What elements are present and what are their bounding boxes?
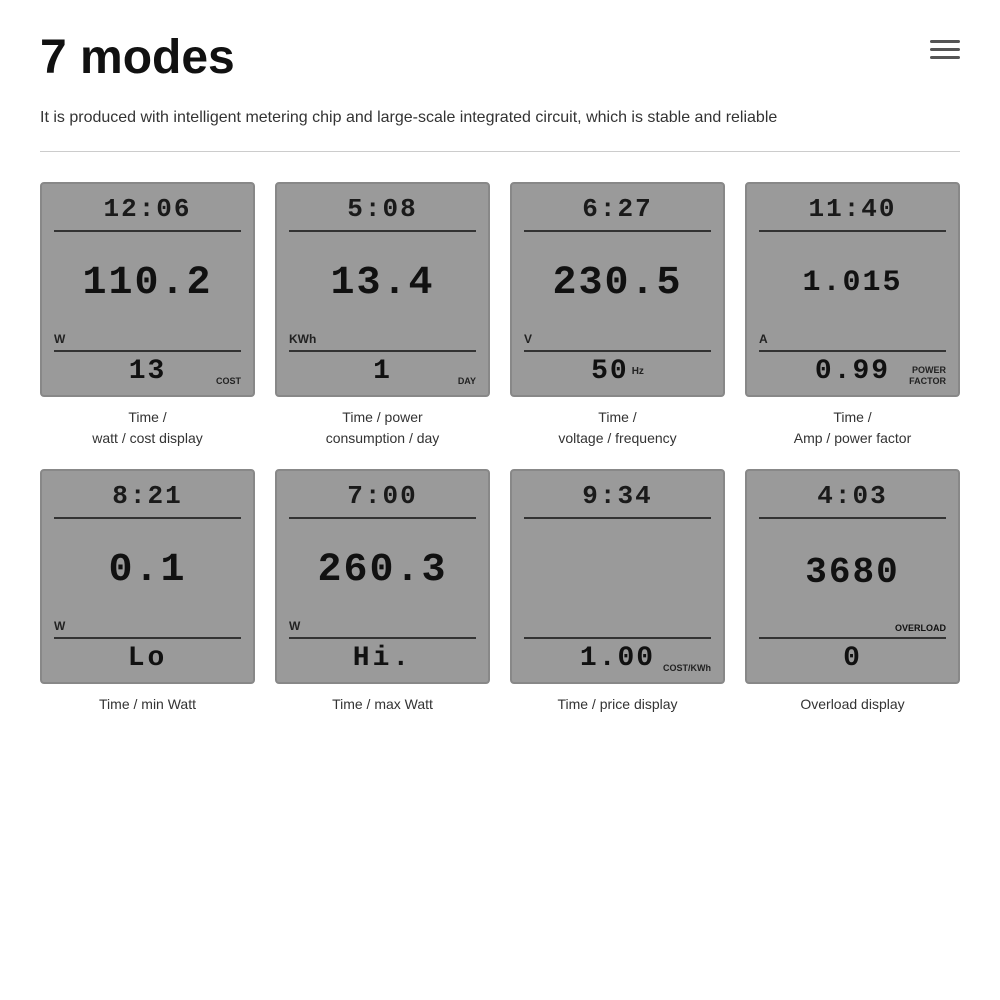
label-voltage-freq: Time /voltage / frequency [558, 407, 676, 449]
main-max-watt: 260.3 [289, 523, 476, 619]
main-watt-cost: 110.2 [54, 236, 241, 332]
main-amp-pf: 1.015 [759, 236, 946, 332]
modes-grid: 12:06 110.2 W 13 COST Time /watt / cost … [40, 182, 960, 715]
time-power-consumption: 5:08 [289, 194, 476, 224]
label-min-watt: Time / min Watt [99, 694, 196, 715]
unit-voltage-freq: V [524, 332, 711, 346]
display-watt-cost: 12:06 110.2 W 13 COST [40, 182, 255, 397]
bottom-label-amp-pf: POWERFACTOR [909, 365, 946, 387]
unit-max-watt: W [289, 619, 476, 633]
bottom-watt-cost: 13 [129, 356, 167, 387]
mode-cell-amp-pf: 11:40 1.015 A 0.99 POWERFACTOR Time /Amp… [745, 182, 960, 449]
description: It is produced with intelligent metering… [40, 105, 960, 131]
page-title: 7 modes [40, 30, 235, 85]
time-max-watt: 7:00 [289, 481, 476, 511]
mode-cell-min-watt: 8:21 0.1 W Lo Time / min Watt [40, 469, 255, 715]
time-overload: 4:03 [759, 481, 946, 511]
label-power-consumption: Time / powerconsumption / day [326, 407, 440, 449]
bottom-max-watt: Hi. [353, 643, 412, 674]
label-watt-cost: Time /watt / cost display [92, 407, 203, 449]
unit-min-watt: W [54, 619, 241, 633]
bottom-power-consumption: 1 [373, 356, 392, 387]
bottom-voltage-freq: 50 [591, 356, 629, 387]
main-power-consumption: 13.4 [289, 236, 476, 332]
label-price: Time / price display [557, 694, 677, 715]
mode-cell-power-consumption: 5:08 13.4 KWh 1 DAY Time / powerconsumpt… [275, 182, 490, 449]
bottom-overload: 0 [843, 643, 862, 674]
time-voltage-freq: 6:27 [524, 194, 711, 224]
display-power-consumption: 5:08 13.4 KWh 1 DAY [275, 182, 490, 397]
unit-power-consumption: KWh [289, 332, 476, 346]
main-min-watt: 0.1 [54, 523, 241, 619]
bottom-label-watt-cost: COST [216, 376, 241, 387]
bottom-price: 1.00 [580, 643, 655, 674]
menu-icon[interactable] [930, 40, 960, 59]
mode-cell-watt-cost: 12:06 110.2 W 13 COST Time /watt / cost … [40, 182, 255, 449]
section-divider [40, 151, 960, 152]
mode-cell-price: 9:34 1.00 COST/KWh Time / price display [510, 469, 725, 715]
display-min-watt: 8:21 0.1 W Lo [40, 469, 255, 684]
overload-label: OVERLOAD [759, 623, 946, 633]
bottom-label-price: COST/KWh [663, 663, 711, 674]
display-price: 9:34 1.00 COST/KWh [510, 469, 725, 684]
mode-cell-overload: 4:03 3680 OVERLOAD 0 Overload display [745, 469, 960, 715]
bottom-min-watt: Lo [128, 643, 168, 674]
bottom-label-power-consumption: DAY [458, 376, 476, 387]
unit-watt-cost: W [54, 332, 241, 346]
time-min-watt: 8:21 [54, 481, 241, 511]
mode-cell-max-watt: 7:00 260.3 W Hi. Time / max Watt [275, 469, 490, 715]
display-voltage-freq: 6:27 230.5 V 50 Hz [510, 182, 725, 397]
bottom-unit-voltage-freq: Hz [632, 366, 644, 377]
label-overload: Overload display [800, 694, 904, 715]
main-overload: 3680 [759, 553, 946, 593]
mode-cell-voltage-freq: 6:27 230.5 V 50 Hz Time /voltage / frequ… [510, 182, 725, 449]
label-amp-pf: Time /Amp / power factor [794, 407, 912, 449]
display-max-watt: 7:00 260.3 W Hi. [275, 469, 490, 684]
display-overload: 4:03 3680 OVERLOAD 0 [745, 469, 960, 684]
unit-amp-pf: A [759, 332, 946, 346]
bottom-amp-pf: 0.99 [815, 356, 890, 387]
time-price: 9:34 [524, 481, 711, 511]
time-amp-pf: 11:40 [759, 194, 946, 224]
display-amp-pf: 11:40 1.015 A 0.99 POWERFACTOR [745, 182, 960, 397]
main-voltage-freq: 230.5 [524, 236, 711, 332]
main-price [524, 523, 711, 633]
time-watt-cost: 12:06 [54, 194, 241, 224]
label-max-watt: Time / max Watt [332, 694, 433, 715]
